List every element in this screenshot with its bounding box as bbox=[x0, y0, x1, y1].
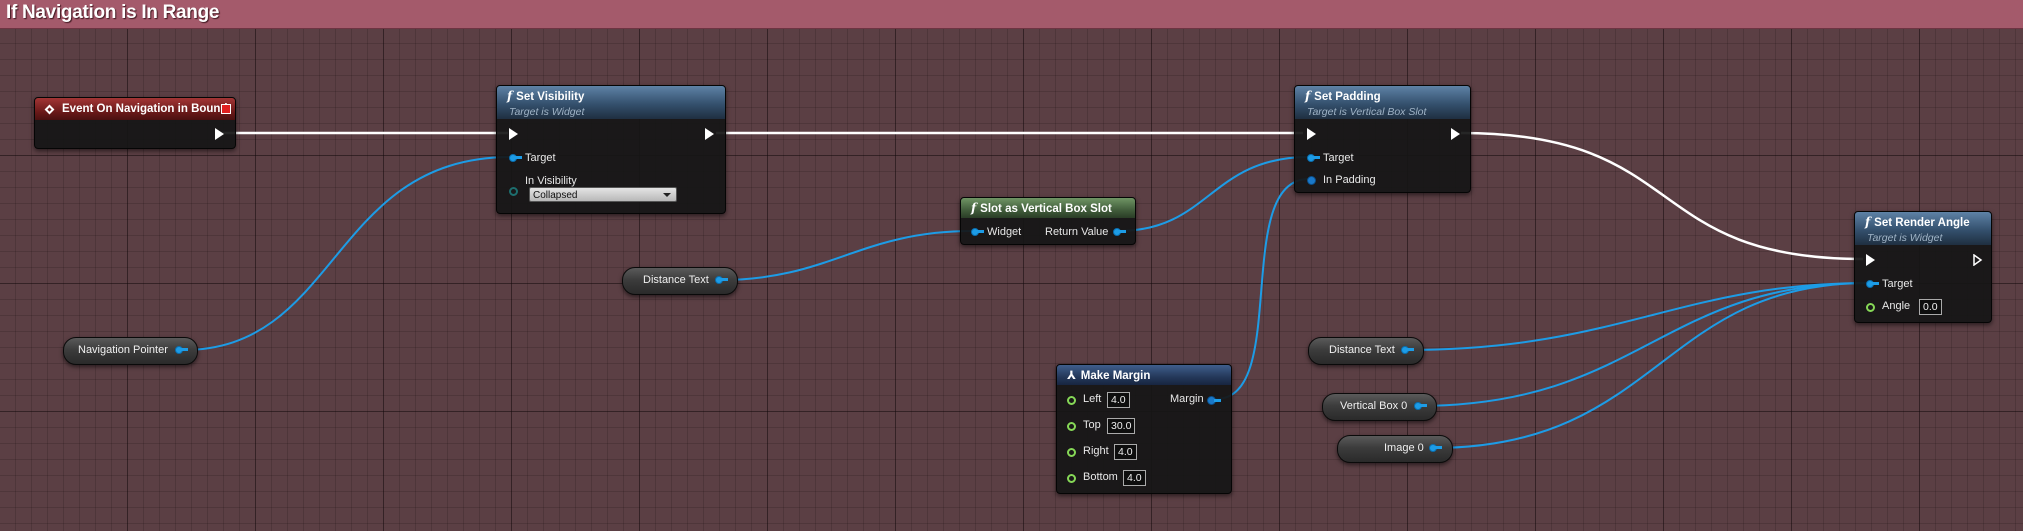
set-padding-subtitle: Target is Vertical Box Slot bbox=[1307, 106, 1427, 118]
margin-pin-arrow bbox=[1214, 399, 1221, 402]
set-padding-node[interactable]: f Set Padding Target is Vertical Box Slot… bbox=[1294, 85, 1471, 193]
make-struct-icon: ⅄ bbox=[1067, 368, 1076, 382]
target-label: Target bbox=[1882, 278, 1913, 290]
navigation-pointer-pin-arrow bbox=[181, 348, 188, 351]
exec-in-pin[interactable] bbox=[1866, 254, 1875, 266]
wire-navpointer-to-target bbox=[182, 156, 512, 351]
right-value-input[interactable]: 4.0 bbox=[1114, 444, 1137, 460]
vertical-box-0-pin-arrow bbox=[1420, 404, 1427, 407]
margin-label: Margin bbox=[1170, 393, 1204, 405]
exec-wire-padding-to-render-angle bbox=[1460, 131, 1864, 261]
distance-text-pin-arrow-2 bbox=[1407, 348, 1414, 351]
bottom-label: Bottom bbox=[1083, 471, 1118, 483]
slot-as-vbox-node[interactable]: f Slot as Vertical Box Slot Widget Return… bbox=[960, 197, 1136, 245]
right-label: Right bbox=[1083, 445, 1109, 457]
target-label: Target bbox=[1323, 152, 1354, 164]
image-0-variable[interactable]: Image 0 bbox=[1337, 435, 1453, 463]
set-visibility-subtitle: Target is Widget bbox=[509, 106, 585, 118]
slot-as-vbox-header[interactable]: f Slot as Vertical Box Slot bbox=[961, 198, 1135, 218]
return-value-pin-arrow bbox=[1119, 230, 1126, 233]
set-visibility-header[interactable]: f Set Visibility Target is Widget bbox=[497, 86, 725, 119]
set-render-angle-header[interactable]: f Set Render Angle Target is Widget bbox=[1855, 212, 1991, 245]
exec-out-pin[interactable] bbox=[705, 128, 714, 140]
in-padding-pin[interactable] bbox=[1307, 176, 1316, 185]
top-value-input[interactable]: 30.0 bbox=[1107, 418, 1136, 434]
wire-image-to-render-target bbox=[1432, 282, 1869, 449]
image-0-label: Image 0 bbox=[1384, 442, 1424, 454]
vertical-box-0-label: Vertical Box 0 bbox=[1340, 400, 1408, 412]
left-pin[interactable] bbox=[1067, 396, 1076, 405]
make-margin-header[interactable]: ⅄ Make Margin bbox=[1057, 365, 1231, 385]
exec-in-pin[interactable] bbox=[509, 128, 518, 140]
angle-pin[interactable] bbox=[1866, 303, 1875, 312]
exec-in-pin[interactable] bbox=[1307, 128, 1316, 140]
event-node-header[interactable]: Event On Navigation in Bound bbox=[35, 98, 235, 120]
in-visibility-pin[interactable] bbox=[509, 187, 518, 196]
set-render-angle-node[interactable]: f Set Render Angle Target is Widget Targe… bbox=[1854, 211, 1992, 323]
wire-distance-to-widget bbox=[719, 230, 973, 281]
function-icon: f bbox=[1865, 215, 1871, 229]
left-value-input[interactable]: 4.0 bbox=[1107, 392, 1130, 408]
return-value-label: Return Value bbox=[1045, 226, 1109, 238]
set-render-angle-title: Set Render Angle bbox=[1874, 217, 1970, 229]
visibility-dropdown[interactable]: Collapsed bbox=[529, 187, 677, 202]
angle-value-input[interactable]: 0.0 bbox=[1919, 299, 1942, 315]
top-pin[interactable] bbox=[1067, 422, 1076, 431]
visibility-dropdown-value: Collapsed bbox=[533, 190, 578, 201]
target-pin-arrow bbox=[515, 156, 522, 159]
widget-label: Widget bbox=[987, 226, 1022, 238]
make-margin-node[interactable]: ⅄ Make Margin Left 4.0 Margin Top 30.0 Ri… bbox=[1056, 364, 1232, 494]
function-icon: f bbox=[971, 201, 977, 215]
event-diamond-icon bbox=[44, 104, 55, 115]
distance-text-variable-2[interactable]: Distance Text bbox=[1308, 337, 1424, 365]
bottom-value-input[interactable]: 4.0 bbox=[1123, 470, 1146, 486]
wire-vbox-to-render-target bbox=[1416, 282, 1869, 407]
chevron-down-icon bbox=[663, 193, 671, 197]
set-visibility-node[interactable]: f Set Visibility Target is Widget Target … bbox=[496, 85, 726, 214]
exec-out-pin[interactable] bbox=[1973, 254, 1983, 266]
make-margin-title: Make Margin bbox=[1080, 370, 1151, 382]
target-pin-arrow bbox=[1872, 282, 1879, 285]
image-0-pin-arrow bbox=[1435, 446, 1442, 449]
right-pin[interactable] bbox=[1067, 448, 1076, 457]
event-node-title: Event On Navigation in Bound bbox=[62, 103, 228, 115]
function-icon: f bbox=[507, 89, 513, 103]
navigation-pointer-label: Navigation Pointer bbox=[78, 344, 168, 356]
target-pin-arrow bbox=[1313, 156, 1320, 159]
event-delegate-icon[interactable] bbox=[221, 104, 231, 114]
distance-text-variable[interactable]: Distance Text bbox=[622, 267, 738, 295]
exec-out-pin[interactable] bbox=[1451, 128, 1460, 140]
vertical-box-0-variable[interactable]: Vertical Box 0 bbox=[1322, 393, 1437, 421]
exec-out-pin[interactable] bbox=[215, 128, 224, 140]
navigation-pointer-variable[interactable]: Navigation Pointer bbox=[63, 337, 198, 365]
set-render-angle-subtitle: Target is Widget bbox=[1867, 232, 1943, 244]
wires-layer bbox=[182, 131, 1869, 449]
left-label: Left bbox=[1083, 393, 1102, 405]
distance-text-label: Distance Text bbox=[643, 274, 709, 286]
bottom-pin[interactable] bbox=[1067, 474, 1076, 483]
set-visibility-title: Set Visibility bbox=[516, 91, 585, 103]
event-node[interactable]: Event On Navigation in Bound bbox=[34, 97, 236, 149]
wire-distance2-to-render-target bbox=[1405, 282, 1869, 351]
top-label: Top bbox=[1083, 419, 1101, 431]
slot-as-vbox-title: Slot as Vertical Box Slot bbox=[980, 203, 1112, 215]
distance-text-pin-arrow bbox=[721, 278, 728, 281]
angle-label: Angle bbox=[1882, 300, 1911, 312]
set-padding-header[interactable]: f Set Padding Target is Vertical Box Slot bbox=[1295, 86, 1470, 119]
distance-text-label-2: Distance Text bbox=[1329, 344, 1395, 356]
in-padding-label: In Padding bbox=[1323, 174, 1376, 186]
set-padding-title: Set Padding bbox=[1314, 91, 1381, 103]
target-label: Target bbox=[525, 152, 556, 164]
widget-pin-arrow bbox=[977, 230, 984, 233]
function-icon: f bbox=[1305, 89, 1311, 103]
